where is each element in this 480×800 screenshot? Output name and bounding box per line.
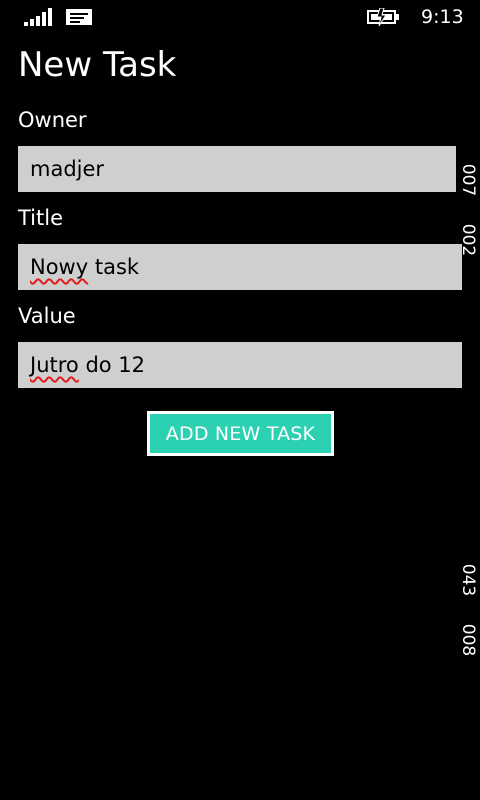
owner-field-value: madjer (30, 157, 105, 181)
side-counter-bottom-1: 043 (458, 563, 478, 597)
title-misspelled-word: Nowy (30, 255, 89, 279)
title-field-rest: task (88, 255, 140, 279)
owner-label: Owner (18, 108, 87, 132)
owner-field[interactable]: madjer (18, 146, 456, 192)
title-field-value: Nowy task (30, 255, 139, 279)
value-field-rest: do 12 (78, 353, 146, 377)
value-misspelled-word: Jutro (30, 353, 79, 377)
side-counter-top-1: 007 (458, 163, 478, 197)
signal-icon (24, 8, 52, 26)
title-label: Title (18, 206, 64, 230)
add-new-task-button[interactable]: ADD NEW TASK (147, 411, 334, 456)
side-counter-bottom-2: 008 (458, 623, 478, 657)
message-icon (66, 9, 92, 25)
page-title: New Task (18, 45, 177, 85)
value-field[interactable]: Jutro do 12 (18, 342, 462, 388)
value-field-value: Jutro do 12 (30, 353, 145, 377)
status-time: 9:13 (421, 6, 464, 28)
status-bar: 9:13 (0, 0, 480, 34)
battery-icon (367, 8, 399, 26)
side-counter-top-2: 002 (458, 223, 478, 257)
value-label: Value (18, 304, 76, 328)
title-field[interactable]: Nowy task (18, 244, 462, 290)
